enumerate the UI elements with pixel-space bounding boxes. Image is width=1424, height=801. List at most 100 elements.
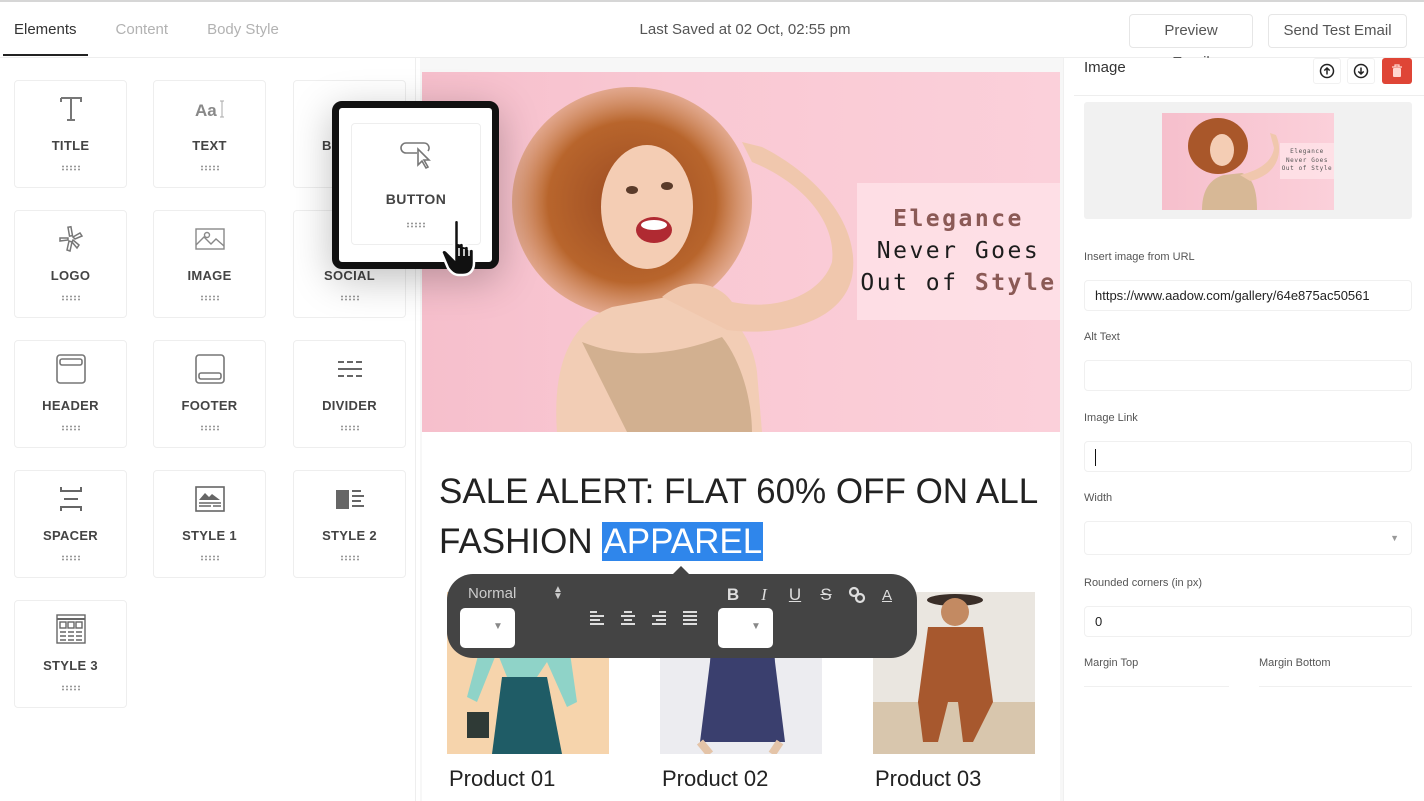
hero-tagline-box: Elegance Never Goes Out of Style [857,183,1060,320]
align-justify-button[interactable] [680,608,700,628]
alt-text-label: Alt Text [1084,331,1120,343]
chevron-down-icon: ▼ [493,621,503,632]
tile-label: SPACER [42,528,98,543]
spacer-icon [15,483,126,515]
element-tile-footer[interactable]: FOOTER [153,340,266,448]
image-preview: Elegance Never Goes Out of Style [1084,102,1412,219]
margin-bottom-input[interactable] [1259,686,1412,687]
rounded-corners-label: Rounded corners (in px) [1084,577,1203,589]
move-down-button[interactable] [1347,58,1375,84]
header-icon [15,353,126,385]
drag-handle-icon[interactable] [154,165,265,171]
email-headline[interactable]: SALE ALERT: FLAT 60% OFF ON ALL FASHION … [439,467,1059,567]
tile-label: HEADER [42,398,99,413]
font-family-select[interactable]: ▼ [460,608,515,648]
element-tile-style2[interactable]: STYLE 2 [293,470,406,578]
tile-label: STYLE 1 [182,528,237,543]
italic-icon[interactable]: I [753,584,775,606]
product-name: Product 02 [662,766,769,791]
tile-label: SOCIAL [324,268,375,283]
tile-label: IMAGE [187,268,232,283]
preview-tagline: Elegance Never Goes Out of Style [1280,143,1334,179]
tile-label: STYLE 2 [322,528,377,543]
tile-label: TITLE [51,138,90,153]
style2-icon [294,483,405,515]
delete-button[interactable] [1382,58,1412,84]
margin-bottom-label: Margin Bottom [1259,657,1331,669]
email-body: Elegance Never Goes Out of Style SALE AL… [422,72,1060,801]
image-thumbnail: Elegance Never Goes Out of Style [1162,113,1334,210]
tile-label: DIVIDER [322,398,377,413]
underline-icon[interactable]: U [784,584,806,606]
image-link-label: Image Link [1084,412,1138,424]
drag-handle-icon[interactable] [15,555,126,561]
chevron-down-icon: ▼ [1390,533,1399,543]
url-label: Insert image from URL [1084,251,1195,263]
headline-selected-text[interactable]: APPAREL [602,522,764,561]
element-tile-image[interactable]: IMAGE [153,210,266,318]
title-icon [15,93,126,125]
drag-handle-icon[interactable] [154,555,265,561]
hero-tagline-line3: Out of Style [857,267,1060,299]
style1-icon [154,483,265,515]
drag-handle-icon[interactable] [294,555,405,561]
logo-icon [15,223,126,255]
drag-handle-icon[interactable] [15,425,126,431]
top-bar: Elements Content Body Style Last Saved a… [0,0,1424,71]
drag-handle-icon[interactable] [154,295,265,301]
margin-top-label: Margin Top [1084,657,1139,669]
image-url-input[interactable]: https://www.aadow.com/gallery/64e875ac50… [1084,280,1412,311]
element-tile-spacer[interactable]: SPACER [14,470,127,578]
hero-tagline-line3-prefix: Out of [860,270,975,296]
link-icon[interactable] [846,584,868,606]
arrow-down-circle-icon [1353,63,1369,79]
drag-handle-icon[interactable] [294,425,405,431]
element-tile-text[interactable]: Aa TEXT [153,80,266,188]
element-tile-style1[interactable]: STYLE 1 [153,470,266,578]
text-color-icon[interactable]: A [876,584,898,606]
align-right-button[interactable] [649,608,669,628]
image-icon [154,223,265,255]
tile-label: TEXT [192,138,227,153]
product-name: Product 01 [449,766,556,791]
margin-top-input[interactable] [1084,686,1229,687]
strikethrough-icon[interactable]: S [815,584,837,606]
hero-banner-image[interactable]: Elegance Never Goes Out of Style [422,72,1060,432]
align-left-button[interactable] [587,608,607,628]
drag-handle-icon[interactable] [154,425,265,431]
footer-icon [154,353,265,385]
drag-handle-icon[interactable] [294,295,405,301]
drag-handle-icon[interactable] [15,165,126,171]
element-tile-header[interactable]: HEADER [14,340,127,448]
style3-icon [15,613,126,645]
align-center-button[interactable] [618,608,638,628]
alt-text-input[interactable] [1084,360,1412,391]
tile-label: STYLE 3 [43,658,98,673]
drag-handle-icon[interactable] [15,295,126,301]
element-tile-style3[interactable]: STYLE 3 [14,600,127,708]
font-size-select[interactable]: ▼ [718,608,773,648]
bold-icon[interactable]: B [722,584,744,606]
arrow-up-circle-icon [1319,63,1335,79]
element-tile-divider[interactable]: DIVIDER [293,340,406,448]
hero-tagline-line3-accent: Style [974,270,1057,296]
image-link-input[interactable] [1084,441,1412,472]
drag-handle-icon[interactable] [15,685,126,691]
format-select[interactable]: Normal [468,585,516,602]
tile-label: LOGO [50,268,91,283]
updown-chevron-icon[interactable]: ▲ ▼ [553,585,563,602]
element-tile-logo[interactable]: LOGO [14,210,127,318]
chevron-down-icon: ▼ [751,621,761,632]
text-format-toolbar: Normal ▲ ▼ ▼ ▼ B I U S A [447,566,917,658]
svg-text:Aa: Aa [195,101,217,120]
text-icon: Aa [154,93,265,125]
preview-email-button[interactable]: Preview Email [1129,14,1253,71]
rounded-corners-input[interactable]: 0 [1084,606,1412,637]
text-caret [1095,449,1096,467]
move-up-button[interactable] [1313,58,1341,84]
width-select[interactable]: ▼ [1084,521,1412,555]
send-test-email-button[interactable]: Send Test Email [1268,14,1407,48]
element-tile-title[interactable]: TITLE [14,80,127,188]
hero-tagline-line1: Elegance [893,206,1024,232]
divider-icon [294,353,405,385]
